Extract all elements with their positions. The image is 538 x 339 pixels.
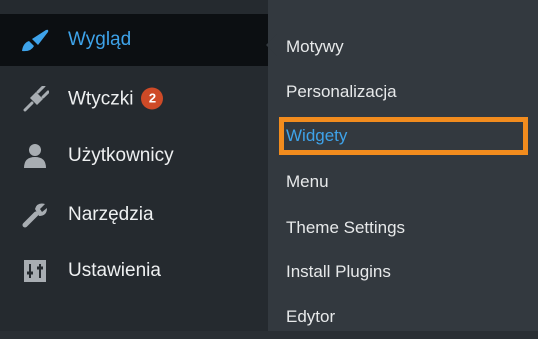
submenu-item-label: Edytor — [286, 307, 336, 326]
submenu-item-label: Motywy — [286, 37, 344, 56]
wrench-icon — [20, 200, 50, 230]
sidebar-item-wtyczki[interactable]: Wtyczki 2 — [0, 73, 268, 125]
submenu-item-motywy[interactable]: Motywy — [268, 25, 538, 69]
submenu-item-install-plugins[interactable]: Install Plugins — [268, 250, 538, 294]
plugin-icon — [20, 84, 50, 114]
submenu-item-label: Install Plugins — [286, 262, 391, 281]
users-icon — [20, 141, 50, 171]
sidebar-item-wyglad[interactable]: Wygląd — [0, 14, 268, 66]
submenu-item-label: Menu — [286, 172, 329, 191]
submenu-pointer-arrow — [266, 34, 277, 56]
sidebar-item-label: Wygląd — [68, 29, 132, 50]
sidebar-item-label: Użytkownicy — [68, 145, 174, 166]
submenu-item-theme-settings[interactable]: Theme Settings — [268, 206, 538, 250]
sidebar-item-label: Wtyczki — [68, 88, 134, 110]
sidebar-item-uzytkownicy[interactable]: Użytkownicy — [0, 130, 268, 182]
sidebar-item-label: Narzędzia — [68, 204, 154, 225]
admin-sidebar: Wygląd Wtyczki 2 Użytkownicy Narzędzia U… — [0, 0, 268, 331]
appearance-submenu: Motywy Personalizacja Widgety Menu Theme… — [268, 0, 538, 331]
submenu-item-label: Personalizacja — [286, 82, 397, 101]
settings-icon — [20, 256, 50, 286]
paintbrush-icon — [20, 25, 50, 55]
sidebar-item-label: Ustawienia — [68, 260, 161, 281]
submenu-item-label: Theme Settings — [286, 218, 406, 237]
sidebar-item-ustawienia[interactable]: Ustawienia — [0, 245, 268, 297]
update-count-badge: 2 — [141, 87, 164, 110]
submenu-item-edytor[interactable]: Edytor — [268, 295, 538, 339]
submenu-item-personalizacja[interactable]: Personalizacja — [268, 70, 538, 114]
sidebar-item-narzedzia[interactable]: Narzędzia — [0, 189, 268, 241]
submenu-item-menu[interactable]: Menu — [268, 160, 538, 204]
highlight-frame — [279, 117, 528, 155]
